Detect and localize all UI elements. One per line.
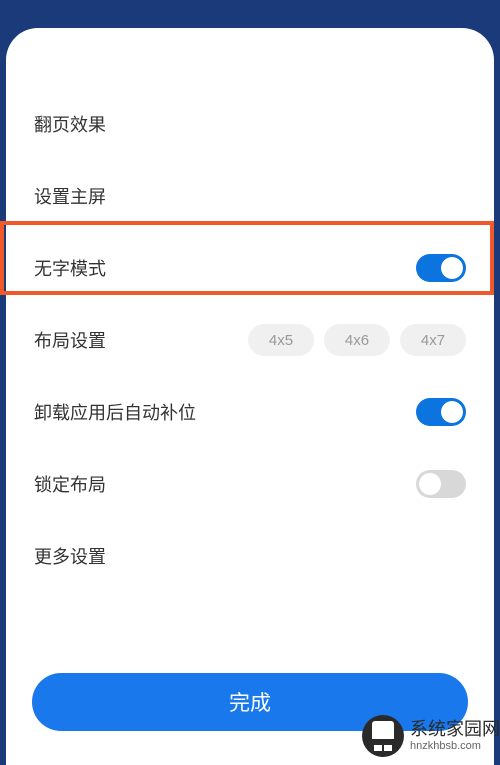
layout-option-4x7[interactable]: 4x7 <box>400 324 466 356</box>
row-layout: 布局设置 4x5 4x6 4x7 <box>6 304 494 376</box>
label-textless-mode: 无字模式 <box>34 255 106 281</box>
watermark: 系统家园网 hnzkhbsb.com <box>362 715 500 757</box>
label-set-home: 设置主屏 <box>34 183 106 209</box>
watermark-text: 系统家园网 hnzkhbsb.com <box>410 719 500 754</box>
settings-panel: 翻页效果 设置主屏 无字模式 布局设置 4x5 4x6 4x7 卸载应用后自动补… <box>6 28 494 765</box>
toggle-auto-fill[interactable] <box>416 398 466 426</box>
watermark-main: 系统家园网 <box>410 719 500 741</box>
layout-options: 4x5 4x6 4x7 <box>248 324 466 356</box>
row-set-home[interactable]: 设置主屏 <box>6 160 494 232</box>
toggle-knob <box>441 257 463 279</box>
layout-option-4x5[interactable]: 4x5 <box>248 324 314 356</box>
toggle-textless-mode[interactable] <box>416 254 466 282</box>
row-auto-fill: 卸载应用后自动补位 <box>6 376 494 448</box>
row-page-effect[interactable]: 翻页效果 <box>6 88 494 160</box>
label-page-effect: 翻页效果 <box>34 111 106 137</box>
label-auto-fill: 卸载应用后自动补位 <box>34 399 196 425</box>
row-lock-layout: 锁定布局 <box>6 448 494 520</box>
toggle-lock-layout[interactable] <box>416 470 466 498</box>
row-textless-mode: 无字模式 <box>6 232 494 304</box>
watermark-logo-icon <box>362 715 404 757</box>
toggle-knob <box>441 401 463 423</box>
layout-option-4x6[interactable]: 4x6 <box>324 324 390 356</box>
label-more-settings: 更多设置 <box>34 543 106 569</box>
label-lock-layout: 锁定布局 <box>34 471 106 497</box>
row-more-settings[interactable]: 更多设置 <box>6 520 494 592</box>
toggle-knob <box>419 473 441 495</box>
label-layout: 布局设置 <box>34 327 106 353</box>
watermark-sub: hnzkhbsb.com <box>410 740 500 753</box>
